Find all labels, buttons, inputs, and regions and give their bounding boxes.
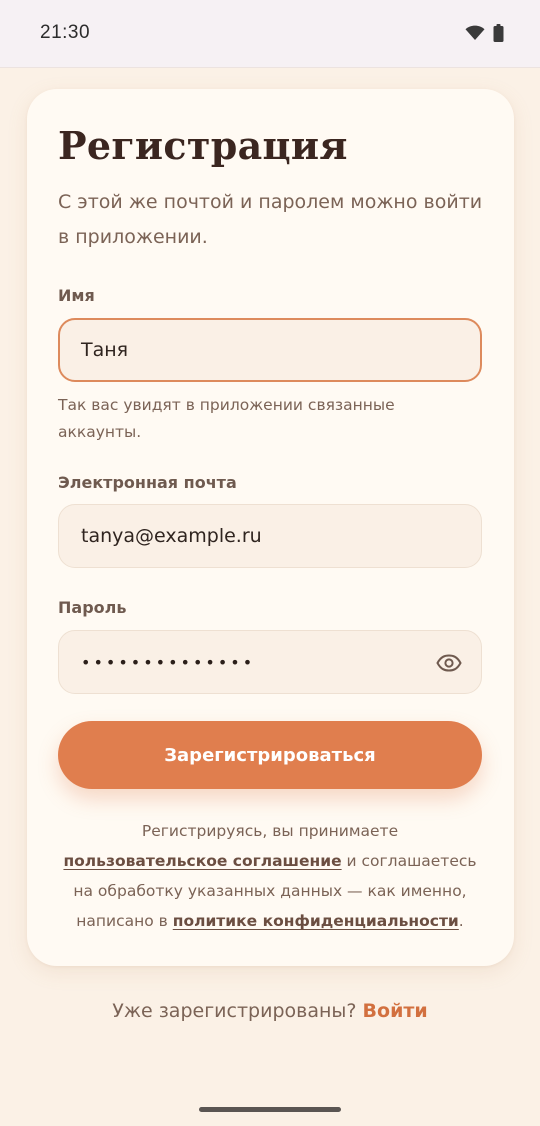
name-input[interactable]: Таня xyxy=(58,318,482,382)
footer-login: Уже зарегистрированы? Войти xyxy=(0,1000,540,1022)
legal-text-part3: . xyxy=(458,912,464,930)
name-helper-text: Так вас увидят в приложении связанные ак… xyxy=(58,396,395,441)
status-bar: 21:30 xyxy=(0,0,540,68)
wifi-icon xyxy=(465,25,485,41)
name-input-value: Таня xyxy=(81,339,129,361)
eye-icon[interactable] xyxy=(435,649,463,677)
password-input[interactable]: •••••••••••••• xyxy=(58,630,482,694)
status-time: 21:30 xyxy=(40,22,91,43)
page-title: Регистрация xyxy=(58,123,348,168)
footer-prompt: Уже зарегистрированы? xyxy=(112,1000,363,1022)
privacy-link[interactable]: политике конфиденциальности xyxy=(173,912,459,930)
email-label: Электронная почта xyxy=(58,473,237,492)
home-indicator[interactable] xyxy=(199,1107,341,1112)
terms-link[interactable]: пользовательское соглашение xyxy=(63,852,341,870)
email-input-value: tanya@example.ru xyxy=(81,525,262,547)
battery-icon xyxy=(493,24,504,42)
email-input[interactable]: tanya@example.ru xyxy=(58,504,482,568)
password-label: Пароль xyxy=(58,598,127,617)
password-input-value: •••••••••••••• xyxy=(81,652,256,672)
registration-card: Регистрация С этой же почтой и паролем м… xyxy=(27,89,514,966)
page-subtitle: С этой же почтой и паролем можно войти в… xyxy=(58,191,483,248)
legal-text-part1: Регистрируясь, вы принимаете xyxy=(141,822,399,840)
status-icons xyxy=(465,24,504,42)
legal-text: Регистрируясь, вы принимаете пользовател… xyxy=(58,816,482,936)
name-label: Имя xyxy=(58,286,95,305)
register-button[interactable]: Зарегистрироваться xyxy=(58,721,482,789)
login-link[interactable]: Войти xyxy=(363,1000,428,1022)
